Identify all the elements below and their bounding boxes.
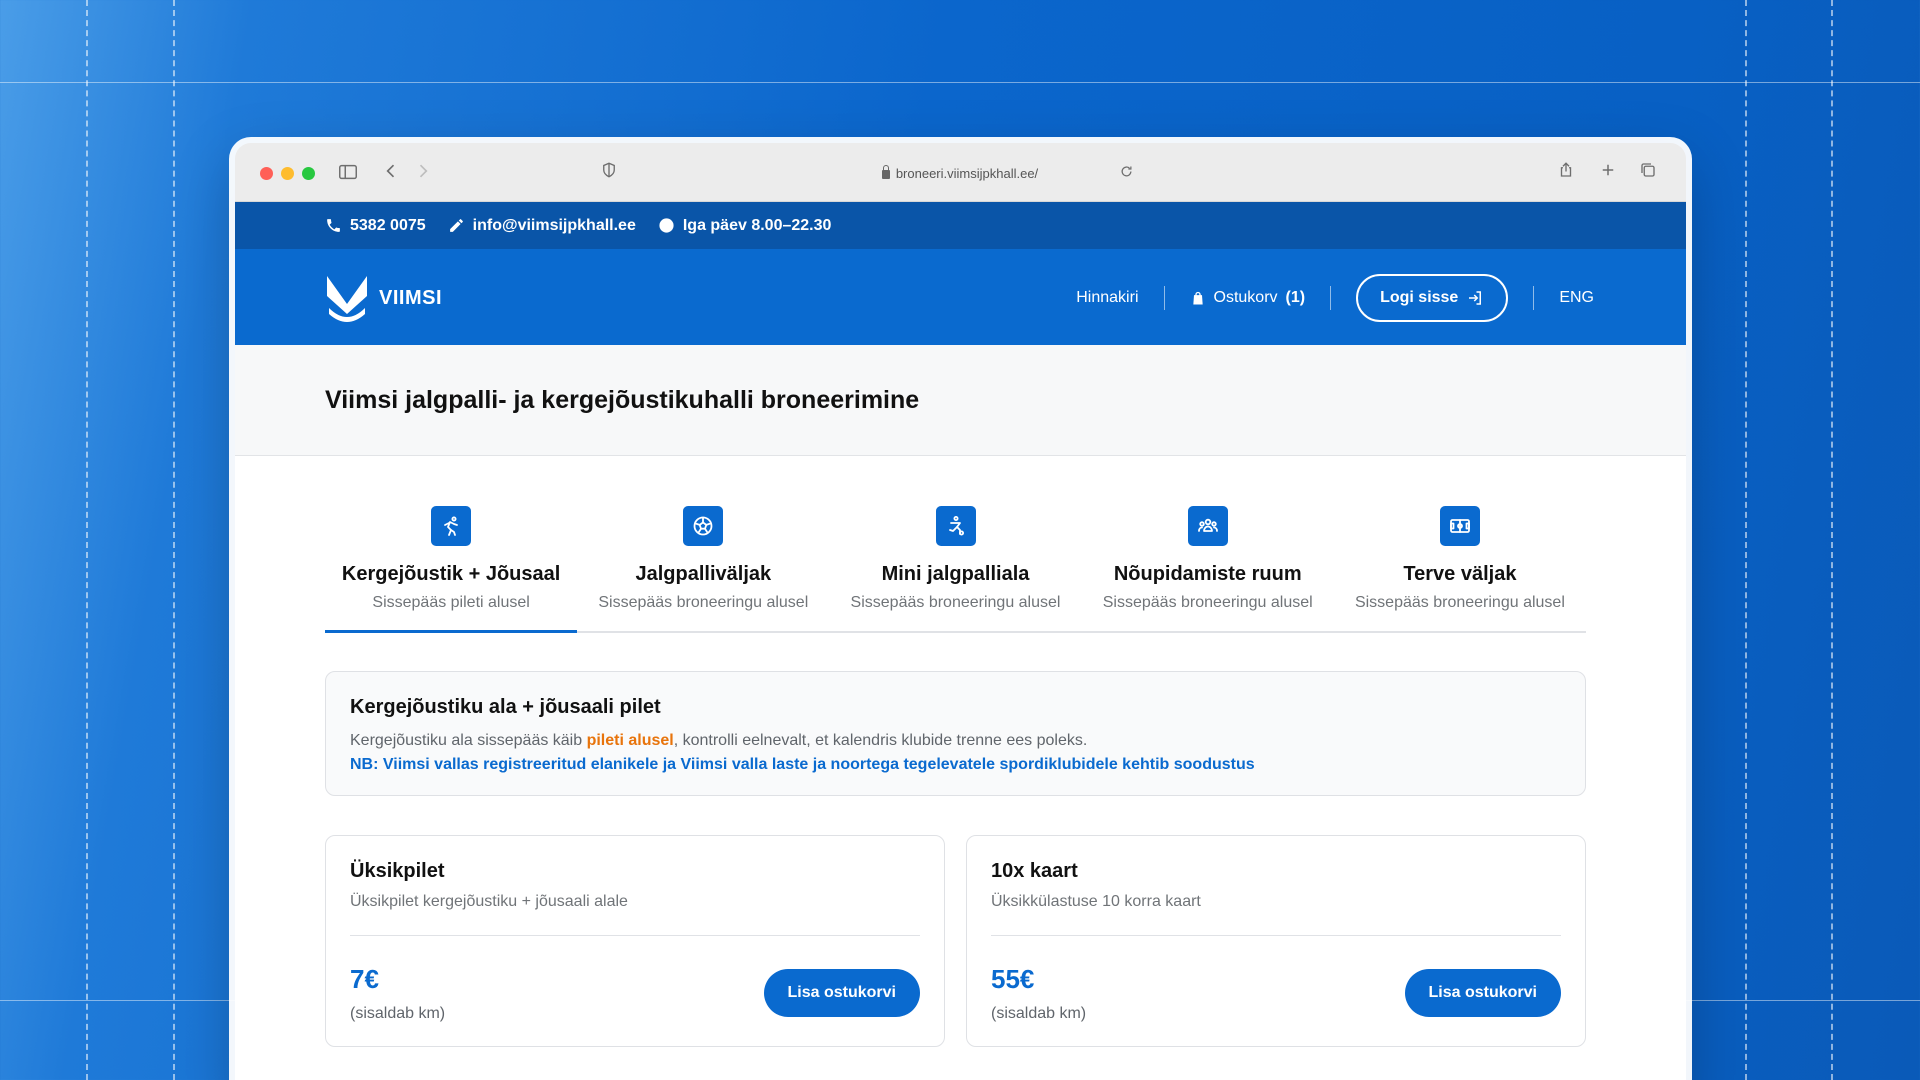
product-title: 10x kaart <box>991 860 1078 882</box>
info-highlight: pileti alusel <box>586 732 674 749</box>
shopping-bag-icon <box>1192 291 1203 304</box>
opening-hours: Iga päev 8.00–22.30 <box>658 216 832 235</box>
contact-bar: 5382 0075 info@viimsijpkhall.ee Iga päev… <box>235 202 1686 249</box>
add-to-cart-button[interactable]: Lisa ostukorvi <box>1404 969 1561 1017</box>
nav-divider <box>1330 286 1332 310</box>
tab-sublabel: Sissepääs pileti alusel <box>372 594 530 611</box>
url-text: broneeri.viimsijpkhall.ee/ <box>895 166 1039 181</box>
pricelist-label: Hinnakiri <box>1076 289 1139 306</box>
info-text: Kergejõustiku ala sissepääs käib pileti … <box>350 729 1561 753</box>
player-kick-icon <box>935 506 976 546</box>
card-divider <box>991 935 1561 936</box>
window-controls <box>260 167 315 180</box>
page-title: Viimsi jalgpalli- ja kergejõustikuhalli … <box>325 385 920 414</box>
product-title: Üksikpilet <box>350 860 445 882</box>
vat-note: (sisaldab km) <box>991 1005 1087 1022</box>
share-icon[interactable] <box>1554 161 1578 185</box>
back-icon[interactable] <box>379 161 403 185</box>
cart-label: Ostukorv <box>1213 289 1278 306</box>
cart-count: (1) <box>1285 289 1306 306</box>
privacy-shield-icon[interactable] <box>597 161 621 185</box>
site-logo[interactable]: VIIMSI <box>325 274 442 322</box>
web-page: 5382 0075 info@viimsijpkhall.ee Iga päev… <box>235 202 1686 1080</box>
viimsi-logo-icon <box>327 276 367 322</box>
tab-label: Jalgpalliväljak <box>635 563 772 585</box>
people-group-icon <box>1187 506 1228 546</box>
add-to-cart-button[interactable]: Lisa ostukorvi <box>763 969 920 1017</box>
phone-icon <box>327 219 340 232</box>
language-label: ENG <box>1559 289 1594 306</box>
tab-full-field[interactable]: Terve väljak Sissepääs broneeringu aluse… <box>1334 506 1586 631</box>
new-tab-icon[interactable] <box>1596 161 1620 185</box>
nav-pricelist-link[interactable]: Hinnakiri <box>1051 289 1163 307</box>
soccer-ball-icon <box>683 506 724 546</box>
tab-label: Mini jalgpalliala <box>881 563 1030 585</box>
login-icon <box>1469 291 1482 305</box>
main-navigation: VIIMSI Hinnakiri Ostukorv (1) Logi sisse <box>235 249 1686 345</box>
logo-text: VIIMSI <box>379 286 443 309</box>
product-price: 55€ <box>991 964 1035 994</box>
phone-contact[interactable]: 5382 0075 <box>325 217 426 235</box>
language-switch[interactable]: ENG <box>1534 289 1594 307</box>
guide-line <box>0 82 1920 83</box>
product-description: Üksikpilet kergejõustiku + jõusaali alal… <box>350 893 628 910</box>
tab-sublabel: Sissepääs broneeringu alusel <box>1354 594 1565 611</box>
email-contact[interactable]: info@viimsijpkhall.ee <box>448 217 636 235</box>
product-description: Üksikkülastuse 10 korra kaart <box>991 893 1201 910</box>
vat-note: (sisaldab km) <box>350 1005 446 1022</box>
lock-icon <box>881 165 890 179</box>
nav-cart-link[interactable]: Ostukorv (1) <box>1165 289 1331 307</box>
info-text-end: , kontrolli eelnevalt, et kalendris klub… <box>673 732 1088 749</box>
info-title: Kergejõustiku ala + jõusaali pilet <box>350 696 661 718</box>
tab-label: Terve väljak <box>1403 563 1517 585</box>
guide-line <box>1745 0 1747 1080</box>
product-card-10x-pass: 10x kaart Üksikkülastuse 10 korra kaart … <box>966 835 1586 1047</box>
runner-icon <box>431 506 472 546</box>
hours-text: Iga päev 8.00–22.30 <box>682 216 832 234</box>
address-bar[interactable]: broneeri.viimsijpkhall.ee/ <box>795 163 1125 185</box>
product-card-single-ticket: Üksikpilet Üksikpilet kergejõustiku + jõ… <box>325 835 945 1047</box>
close-window-button[interactable] <box>260 167 273 180</box>
browser-titlebar: broneeri.viimsijpkhall.ee/ <box>235 143 1686 202</box>
phone-text: 5382 0075 <box>350 216 426 234</box>
product-price: 7€ <box>350 964 379 994</box>
guide-line <box>1831 0 1833 1080</box>
tab-overview-icon[interactable] <box>1636 161 1660 185</box>
reload-icon[interactable] <box>1114 161 1138 185</box>
pencil-icon <box>449 219 463 232</box>
sidebar-toggle-icon[interactable] <box>336 161 360 185</box>
field-icon <box>1439 506 1480 546</box>
guide-line <box>86 0 88 1080</box>
login-button[interactable]: Logi sisse <box>1356 274 1509 322</box>
forward-icon[interactable] <box>411 161 435 185</box>
tab-meeting-room[interactable]: Nõupidamiste ruum Sissepääs broneeringu … <box>1082 506 1334 631</box>
info-text-start: Kergejõustiku ala sissepääs käib <box>350 732 587 749</box>
facility-tabs: Kergejõustik + Jõusaal Sissepääs pileti … <box>325 506 1586 633</box>
browser-window: broneeri.viimsijpkhall.ee/ 5382 0075 inf… <box>235 143 1686 1080</box>
card-divider <box>350 935 920 936</box>
tab-sublabel: Sissepääs broneeringu alusel <box>598 594 809 611</box>
tab-label: Kergejõustik + Jõusaal <box>341 563 561 585</box>
maximize-window-button[interactable] <box>302 167 315 180</box>
clock-icon <box>659 218 674 233</box>
tab-mini-football[interactable]: Mini jalgpalliala Sissepääs broneeringu … <box>829 506 1081 631</box>
minimize-window-button[interactable] <box>281 167 294 180</box>
discount-note: NB: Viimsi vallas registreeritud elanike… <box>350 756 1255 773</box>
tab-football-field[interactable]: Jalgpalliväljak Sissepääs broneeringu al… <box>577 506 829 631</box>
tab-athletics-gym[interactable]: Kergejõustik + Jõusaal Sissepääs pileti … <box>325 506 578 633</box>
tab-sublabel: Sissepääs broneeringu alusel <box>850 594 1061 611</box>
tab-sublabel: Sissepääs broneeringu alusel <box>1102 594 1313 611</box>
login-label: Logi sisse <box>1380 289 1459 306</box>
page-header: Viimsi jalgpalli- ja kergejõustikuhalli … <box>235 345 1686 456</box>
tab-label: Nõupidamiste ruum <box>1113 563 1302 585</box>
guide-line <box>173 0 175 1080</box>
nav-menu: Hinnakiri Ostukorv (1) Logi sisse ENG <box>1051 274 1594 322</box>
ticket-info-box: Kergejõustiku ala + jõusaali pilet Kerge… <box>325 671 1586 796</box>
email-text: info@viimsijpkhall.ee <box>472 216 636 234</box>
